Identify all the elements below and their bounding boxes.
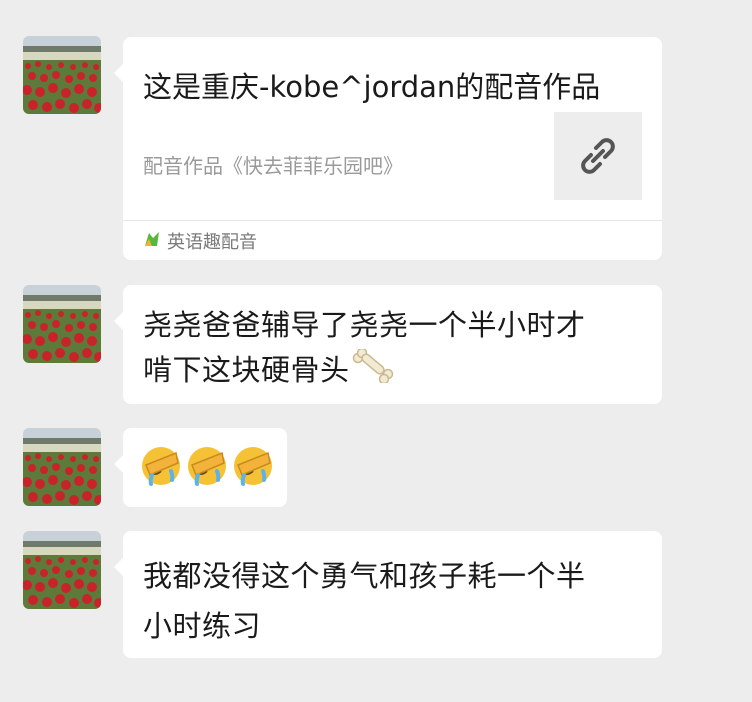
sender-avatar[interactable] <box>23 531 101 609</box>
message-bubble[interactable]: 尧尧爸爸辅导了尧尧一个半小时才 啃下这块硬骨头 <box>114 285 662 404</box>
sender-avatar[interactable] <box>23 36 101 114</box>
avatar-photo <box>23 285 101 363</box>
message-text-line: 我都没得这个勇气和孩子耗一个半 <box>143 559 586 593</box>
sender-avatar[interactable] <box>23 285 101 363</box>
message-bubble[interactable]: 我都没得这个勇气和孩子耗一个半 小时练习 <box>114 531 662 658</box>
app-logo-icon <box>143 230 161 252</box>
link-card[interactable]: 这是重庆-kobe^jordan的配音作品 配音作品《快去菲菲乐园吧》 英语趣配… <box>114 37 662 260</box>
face-palm-crying-icon <box>142 447 180 486</box>
message-text-line: 尧尧爸爸辅导了尧尧一个半小时才 <box>143 308 586 342</box>
avatar-photo <box>23 36 101 114</box>
card-subtitle: 配音作品《快去菲菲乐园吧》 <box>143 154 403 178</box>
message-text-line: 啃下这块硬骨头 <box>143 353 350 387</box>
bone-icon <box>352 347 394 396</box>
message-text-line: 小时练习 <box>143 609 262 643</box>
card-divider <box>123 220 662 221</box>
card-title: 这是重庆-kobe^jordan的配音作品 <box>143 70 601 104</box>
face-palm-crying-icon <box>234 447 272 486</box>
card-source: 英语趣配音 <box>143 228 257 254</box>
card-source-label: 英语趣配音 <box>167 232 257 253</box>
sender-avatar[interactable] <box>23 428 101 506</box>
avatar-photo <box>23 428 101 506</box>
link-icon <box>554 112 642 200</box>
avatar-photo <box>23 531 101 609</box>
face-palm-crying-icon <box>188 447 226 486</box>
emoji-bubble[interactable] <box>114 428 287 507</box>
